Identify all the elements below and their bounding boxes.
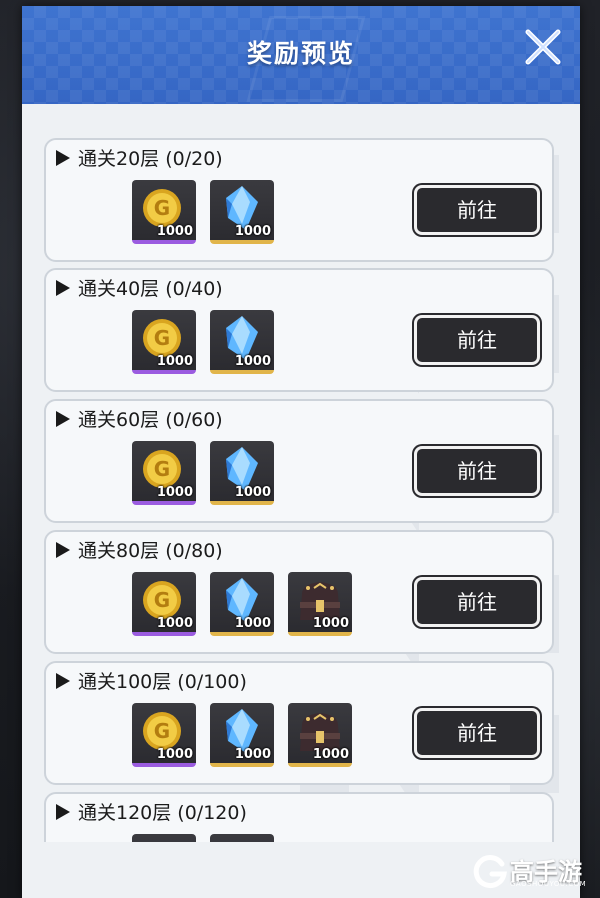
gold-coin-item[interactable]: G 1000 xyxy=(132,310,196,374)
blue-crystal-item[interactable]: 1000 xyxy=(210,703,274,767)
brand-url: GAOSHOUYOU.COM xyxy=(510,880,587,888)
dialog-header: 奖励预览 xyxy=(22,6,580,104)
go-button[interactable]: 前往 xyxy=(414,577,540,627)
gold-coin-item[interactable]: G 1000 xyxy=(132,180,196,244)
brand-logo-icon xyxy=(473,855,507,889)
svg-text:G: G xyxy=(154,326,170,350)
gold-coin-item[interactable]: G 1000 xyxy=(132,441,196,505)
reward-row-40: 通关40层 (0/40) G 1000 1000 前往 xyxy=(44,268,554,392)
close-icon xyxy=(525,29,561,65)
dialog-title: 奖励预览 xyxy=(246,39,355,68)
reward-row-title-text: 通关120层 (0/120) xyxy=(78,802,247,824)
expand-triangle-icon xyxy=(56,541,70,558)
reward-row-title: 通关100层 (0/100) xyxy=(56,667,247,694)
reward-row-60: 通关60层 (0/60) G 1000 1000 前往 xyxy=(44,399,554,523)
item-count: 1000 xyxy=(234,747,271,762)
go-button[interactable]: 前往 xyxy=(414,708,540,758)
site-watermark: 高手游 GAOSHOUYOU.COM xyxy=(472,852,592,892)
expand-triangle-icon xyxy=(56,803,70,820)
reward-preview-dialog: 奖励预览 通关20层 (0/20) G 1000 1000 前往 通关40层 (… xyxy=(22,6,580,898)
expand-triangle-icon xyxy=(56,672,70,689)
item-count: 1000 xyxy=(156,485,193,500)
item-count: 1000 xyxy=(234,224,271,239)
svg-text:G: G xyxy=(154,457,170,481)
expand-triangle-icon xyxy=(56,149,70,166)
reward-row-title: 通关120层 (0/120) xyxy=(56,798,247,825)
expand-triangle-icon xyxy=(56,279,70,296)
reward-row-title: 通关60层 (0/60) xyxy=(56,405,223,432)
reward-row-title-text: 通关60层 (0/60) xyxy=(78,409,223,431)
blue-crystal-item[interactable]: 1000 xyxy=(210,310,274,374)
item-count: 1000 xyxy=(312,747,349,762)
gold-coin-item[interactable]: G 1000 xyxy=(132,703,196,767)
gold-coin-item[interactable]: G 1000 xyxy=(132,572,196,636)
reward-row-title: 通关20层 (0/20) xyxy=(56,144,223,171)
item-count: 1000 xyxy=(234,485,271,500)
item-count: 1000 xyxy=(156,747,193,762)
reward-row-title-text: 通关40层 (0/40) xyxy=(78,278,223,300)
blue-crystal-item[interactable]: 1000 xyxy=(210,441,274,505)
item-count: 1000 xyxy=(234,616,271,631)
reward-row-20: 通关20层 (0/20) G 1000 1000 前往 xyxy=(44,138,554,262)
reward-row-title: 通关80层 (0/80) xyxy=(56,536,223,563)
treasure-bag-item[interactable]: 1000 xyxy=(288,703,352,767)
reward-row-80: 通关80层 (0/80) G 1000 1000 1000 前往 xyxy=(44,530,554,654)
svg-text:G: G xyxy=(154,196,170,220)
reward-row-title: 通关40层 (0/40) xyxy=(56,274,223,301)
reward-row-title-text: 通关20层 (0/20) xyxy=(78,148,223,170)
blue-crystal-item[interactable]: 1000 xyxy=(210,572,274,636)
item-count: 1000 xyxy=(234,354,271,369)
reward-row-100: 通关100层 (0/100) G 1000 1000 1000 前往 xyxy=(44,661,554,785)
blue-crystal-item[interactable]: 1000 xyxy=(210,180,274,244)
reward-list[interactable]: 通关20层 (0/20) G 1000 1000 前往 通关40层 (0/40)… xyxy=(22,104,580,898)
item-count: 1000 xyxy=(312,616,349,631)
treasure-bag-item[interactable]: 1000 xyxy=(288,572,352,636)
svg-text:G: G xyxy=(154,719,170,743)
item-count: 1000 xyxy=(156,354,193,369)
go-button[interactable]: 前往 xyxy=(414,446,540,496)
reward-row-title-text: 通关80层 (0/80) xyxy=(78,540,223,562)
go-button[interactable]: 前往 xyxy=(414,315,540,365)
item-count: 1000 xyxy=(156,616,193,631)
expand-triangle-icon xyxy=(56,410,70,427)
reward-row-title-text: 通关100层 (0/100) xyxy=(78,671,247,693)
close-button[interactable] xyxy=(520,24,566,70)
item-count: 1000 xyxy=(156,224,193,239)
go-button[interactable]: 前往 xyxy=(414,185,540,235)
svg-text:G: G xyxy=(154,588,170,612)
